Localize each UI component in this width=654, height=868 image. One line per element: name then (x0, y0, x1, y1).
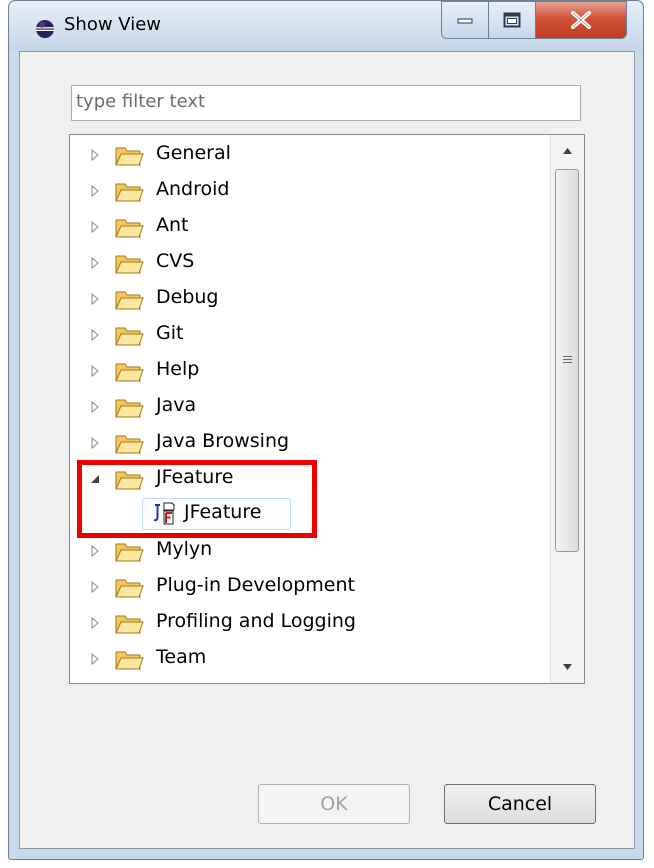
tree-item-label: Git (156, 322, 184, 344)
filter-input[interactable]: type filter text (71, 85, 581, 121)
folder-icon (115, 183, 144, 202)
expand-arrow-icon[interactable] (89, 617, 101, 629)
tree-item-label: Java Browsing (156, 430, 290, 452)
grip-line (563, 356, 572, 357)
tree-item-label: CVS (156, 250, 195, 272)
maximize-icon (503, 12, 521, 28)
expand-arrow-icon[interactable] (89, 401, 101, 413)
folder-icon (115, 615, 144, 634)
scroll-down-arrow-icon[interactable] (551, 651, 584, 683)
expand-arrow-icon[interactable] (89, 545, 101, 557)
folder-icon (115, 399, 144, 418)
tree-item-label: Mylyn (156, 538, 213, 560)
vertical-scrollbar[interactable] (550, 135, 584, 683)
folder-icon (115, 651, 144, 670)
tree-item-label: Android (156, 178, 230, 200)
tree-item-mylyn[interactable]: Mylyn (70, 533, 548, 569)
folder-icon (115, 291, 144, 310)
expand-arrow-icon[interactable] (89, 257, 101, 269)
tree-item-android[interactable]: Android (70, 173, 548, 209)
folder-icon (115, 327, 144, 346)
tree-item-plug-in-development[interactable]: Plug-in Development (70, 569, 548, 605)
filter-placeholder: type filter text (76, 91, 206, 112)
folder-icon (115, 579, 144, 598)
tree-item-java[interactable]: Java (70, 389, 548, 425)
expand-arrow-icon[interactable] (89, 293, 101, 305)
minimize-icon (457, 18, 473, 24)
ok-button[interactable]: OK (258, 784, 410, 824)
tree-item-label: Plug-in Development (156, 574, 355, 596)
folder-icon (115, 543, 144, 562)
expand-arrow-icon[interactable] (89, 365, 101, 377)
tree-item-label: Debug (156, 286, 219, 308)
view-tree: General Android Ant CVS Debug Git Help J… (69, 134, 585, 684)
scrollbar-thumb[interactable] (555, 169, 579, 552)
folder-icon (115, 435, 144, 454)
expand-arrow-icon[interactable] (89, 653, 101, 665)
tree-item-label: General (156, 142, 231, 164)
tree-item-label: Java (156, 394, 197, 416)
folder-icon (115, 363, 144, 382)
minimize-button[interactable] (441, 1, 489, 39)
scroll-up-arrow-icon[interactable] (551, 135, 584, 167)
window-title: Show View (64, 14, 162, 35)
tree-item-label: Ant (156, 214, 189, 236)
tree-item-help[interactable]: Help (70, 353, 548, 389)
folder-icon (115, 219, 144, 238)
close-icon (571, 11, 591, 29)
tree-item-java-browsing[interactable]: Java Browsing (70, 425, 548, 461)
folder-icon (115, 147, 144, 166)
tree-item-cvs[interactable]: CVS (70, 245, 548, 281)
cancel-button[interactable]: Cancel (444, 784, 596, 824)
maximize-button[interactable] (488, 1, 536, 39)
expand-arrow-icon[interactable] (89, 185, 101, 197)
tree-item-label: Help (156, 358, 200, 380)
grip-line (563, 359, 572, 360)
grip-line (563, 362, 572, 363)
show-view-dialog: Show View type filter text General Andro… (8, 0, 644, 860)
tree-item-label: Team (156, 646, 207, 668)
expand-arrow-icon[interactable] (89, 149, 101, 161)
expand-arrow-icon[interactable] (89, 437, 101, 449)
tree-item-ant[interactable]: Ant (70, 209, 548, 245)
eclipse-icon (36, 20, 54, 38)
title-bar[interactable]: Show View (9, 1, 643, 51)
expand-arrow-icon[interactable] (89, 329, 101, 341)
tree-item-general[interactable]: General (70, 137, 548, 173)
tree-item-label: Profiling and Logging (156, 610, 356, 632)
tree-item-profiling-and-logging[interactable]: Profiling and Logging (70, 605, 548, 641)
expand-arrow-icon[interactable] (89, 221, 101, 233)
tree-item-debug[interactable]: Debug (70, 281, 548, 317)
close-button[interactable] (535, 1, 627, 39)
tree-item-team[interactable]: Team (70, 641, 548, 677)
folder-icon (115, 255, 144, 274)
expand-arrow-icon[interactable] (89, 581, 101, 593)
highlight-box (77, 460, 317, 538)
dialog-body: type filter text General Android Ant CVS… (19, 51, 635, 849)
tree-item-git[interactable]: Git (70, 317, 548, 353)
